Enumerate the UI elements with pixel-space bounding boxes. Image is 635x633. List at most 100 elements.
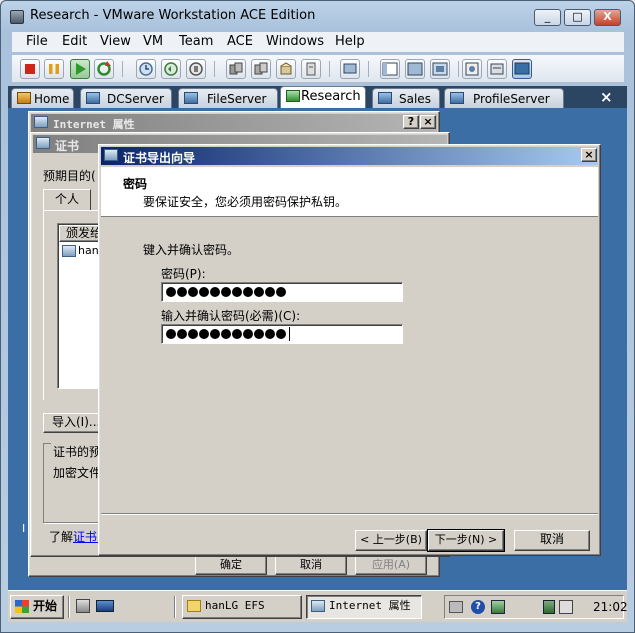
password-dot xyxy=(232,287,242,297)
apply-button[interactable]: 应用(A) xyxy=(355,556,427,575)
menu-ace[interactable]: ACE xyxy=(227,34,253,49)
summary-view-button[interactable] xyxy=(462,59,482,79)
password-dot xyxy=(188,329,198,339)
password-input[interactable] xyxy=(161,282,403,302)
import-button[interactable]: 导入(I)... xyxy=(43,413,103,433)
vm-tab-strip: Home DCServer FileServer Research Sales … xyxy=(8,86,627,108)
menu-edit[interactable]: Edit xyxy=(62,34,87,49)
intended-purposes-value: 加密文件 xyxy=(53,466,102,480)
tab-dcserver[interactable]: DCServer xyxy=(80,88,172,108)
ace-button[interactable] xyxy=(301,59,321,79)
password-dot xyxy=(243,287,253,297)
tab-research[interactable]: Research xyxy=(280,86,366,108)
maximize-button[interactable]: □ xyxy=(564,9,591,26)
tab-home[interactable]: Home xyxy=(11,88,74,108)
ok-button[interactable]: 确定 xyxy=(195,556,267,575)
taskbar-separator xyxy=(174,596,176,618)
password-dot xyxy=(265,329,275,339)
wizard-close-button[interactable]: × xyxy=(581,148,597,162)
menu-windows[interactable]: Windows xyxy=(266,34,324,49)
console-view-button[interactable] xyxy=(512,59,532,79)
start-button[interactable]: 开始 xyxy=(10,595,64,619)
menu-bar: File Edit View VM Team ACE Windows Help xyxy=(12,32,624,52)
certificate-list[interactable]: 颁发给 han xyxy=(57,223,103,389)
list-item[interactable]: han xyxy=(78,244,99,257)
help-icon[interactable]: ? xyxy=(471,600,485,614)
system-tray: ? 21:02 xyxy=(444,595,628,619)
power-on-button[interactable] xyxy=(70,59,90,79)
confirm-password-input[interactable] xyxy=(161,324,403,344)
tab-profileserver[interactable]: ProfileServer xyxy=(444,88,564,108)
tab-personal[interactable]: 个人 xyxy=(43,189,91,211)
taskbar-item-hanlg-efs[interactable]: hanLG EFS xyxy=(182,595,302,619)
certificate-item-icon xyxy=(62,245,76,257)
wizard-title-bar: 证书导出向导 × xyxy=(101,147,598,165)
lan-connection-icon[interactable] xyxy=(543,600,555,614)
summary-icon xyxy=(465,62,479,76)
fullscreen-button[interactable] xyxy=(405,59,425,79)
password-label: 密码(P): xyxy=(161,267,206,281)
tab-sales[interactable]: Sales xyxy=(372,88,440,108)
password-mask xyxy=(162,283,402,301)
team-icon xyxy=(229,62,243,75)
menu-help[interactable]: Help xyxy=(335,34,365,49)
pause-icon xyxy=(49,64,59,74)
back-button[interactable]: < 上一步(B) xyxy=(355,530,427,551)
close-button[interactable]: X xyxy=(594,9,621,26)
cancel-button[interactable]: 取消 xyxy=(275,556,347,575)
vm-icon xyxy=(378,92,392,104)
power-off-button[interactable] xyxy=(20,59,40,79)
keyboard-icon[interactable] xyxy=(449,601,463,613)
quick-switch-button[interactable] xyxy=(430,59,450,79)
task-label: hanLG EFS xyxy=(205,599,265,612)
desktop-icon-label: I xyxy=(22,522,26,535)
snapshot-icon xyxy=(139,62,153,76)
confirm-password-mask xyxy=(162,325,402,343)
wizard-cancel-button[interactable]: 取消 xyxy=(514,530,590,551)
menu-view[interactable]: View xyxy=(100,34,131,49)
network-icon[interactable] xyxy=(491,600,505,614)
network-places-icon[interactable] xyxy=(76,599,90,613)
column-header-issued-to[interactable]: 颁发给 xyxy=(59,225,103,242)
suspend-button[interactable] xyxy=(44,59,64,79)
sidebar-icon xyxy=(382,62,398,76)
clock: 21:02 xyxy=(593,600,628,614)
next-button[interactable]: 下一步(N) > xyxy=(427,529,505,552)
internet-properties-close-button[interactable]: × xyxy=(420,115,436,129)
revert-button[interactable] xyxy=(161,59,181,79)
vm-icon xyxy=(450,92,464,104)
snapshot-button[interactable] xyxy=(136,59,156,79)
menu-team[interactable]: Team xyxy=(179,34,213,49)
password-dot xyxy=(276,287,286,297)
intended-purpose-label: 预期目的( xyxy=(43,169,96,183)
password-dot xyxy=(221,329,231,339)
toolbar xyxy=(12,55,624,83)
reset-button[interactable] xyxy=(94,59,114,79)
home-icon xyxy=(17,92,31,104)
taskbar-item-internet-properties[interactable]: Internet 属性 xyxy=(306,595,422,619)
wizard-divider xyxy=(101,513,598,514)
volume-muted-icon[interactable] xyxy=(559,600,573,614)
capture-button[interactable] xyxy=(340,59,360,79)
close-tab-button[interactable]: × xyxy=(600,88,613,106)
stop-icon xyxy=(25,64,35,74)
clone-button[interactable] xyxy=(251,59,271,79)
view-sidebar-button[interactable] xyxy=(380,59,400,79)
package-button[interactable] xyxy=(276,59,296,79)
team-button[interactable] xyxy=(226,59,246,79)
help-button[interactable]: ? xyxy=(403,115,419,129)
password-dot xyxy=(276,329,286,339)
show-desktop-icon[interactable] xyxy=(96,600,114,612)
tab-fileserver[interactable]: FileServer xyxy=(178,88,278,108)
confirm-password-label: 输入并确认密码(必需)(C): xyxy=(161,309,301,323)
text-caret xyxy=(289,327,290,341)
password-dot xyxy=(243,329,253,339)
minimize-button[interactable]: _ xyxy=(534,9,561,26)
appliance-view-button[interactable] xyxy=(487,59,507,79)
menu-vm[interactable]: VM xyxy=(143,34,163,49)
task-label: Internet 属性 xyxy=(329,599,411,612)
quick-switch-icon xyxy=(432,62,448,76)
snapshot-manager-button[interactable] xyxy=(186,59,206,79)
intended-purposes-group-label: 证书的预 xyxy=(51,443,104,460)
menu-file[interactable]: File xyxy=(26,34,48,49)
